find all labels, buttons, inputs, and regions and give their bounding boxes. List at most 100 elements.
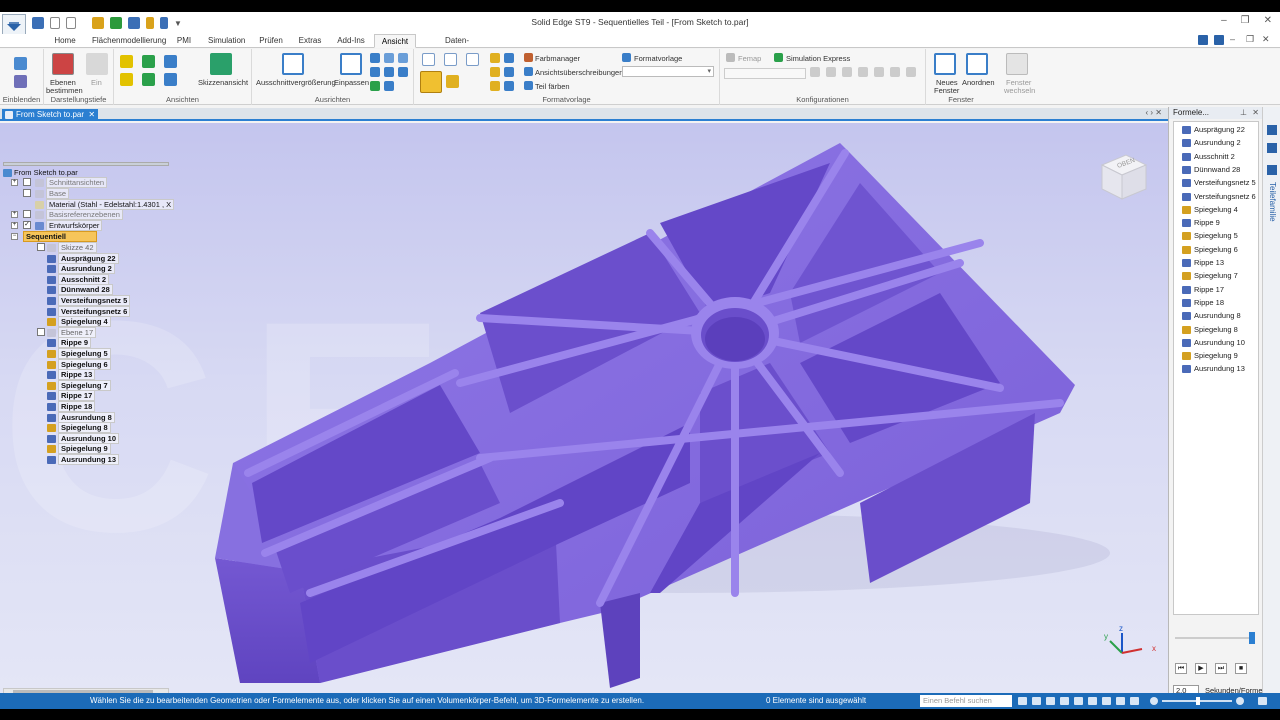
zoom-area-icon[interactable] (282, 53, 304, 75)
pan-icon[interactable] (384, 53, 394, 63)
femap-label[interactable]: Femap (738, 54, 761, 63)
ribbon-close-icon[interactable]: ✕ (1262, 35, 1272, 45)
restore-icon[interactable]: ❐ (1241, 15, 1250, 26)
ein-icon[interactable] (86, 53, 108, 75)
tree-item-spiegelung-4[interactable]: Spiegelung 4 (47, 316, 111, 328)
pathfinder-tab-icon[interactable] (1267, 125, 1277, 135)
tab-add-ins[interactable]: Add-Ins (332, 34, 370, 48)
zoom-out-icon[interactable] (1150, 697, 1158, 705)
list-item[interactable]: Rippe 13 (1182, 257, 1224, 269)
shade-icon-1[interactable] (422, 53, 435, 66)
tree-item-spiegelung-9[interactable]: Spiegelung 9 (47, 443, 111, 455)
teilefamilie-tab[interactable]: Teilefamilie (1267, 182, 1277, 222)
list-item[interactable]: Spiegelung 9 (1182, 350, 1238, 362)
view-top-icon[interactable] (142, 55, 155, 68)
list-item[interactable]: Ausrundung 2 (1182, 137, 1241, 149)
list-item[interactable]: Ausschnitt 2 (1182, 151, 1235, 163)
ebenen-icon[interactable] (52, 53, 74, 75)
neues-fenster-icon[interactable] (934, 53, 956, 75)
status-icon-5[interactable] (1074, 697, 1083, 705)
view-left-icon[interactable] (164, 73, 177, 86)
refresh-view-icon[interactable] (370, 81, 380, 91)
document-tab[interactable]: From Sketch to.par ✕ (2, 109, 99, 121)
expand-entwurfskoerper-icon[interactable]: + (11, 222, 18, 229)
status-icon-1[interactable] (1018, 697, 1027, 705)
playback-slider-thumb[interactable] (1249, 632, 1255, 644)
tab-home[interactable]: Home (48, 34, 82, 48)
tree-item-ebene-17[interactable]: Ebene 17 (47, 326, 97, 338)
zoom-slider[interactable] (1150, 697, 1250, 705)
farbmanager-label[interactable]: Farbmanager (535, 54, 580, 63)
minimize-icon[interactable]: – (1221, 15, 1227, 26)
status-icon-7[interactable] (1102, 697, 1111, 705)
style-icon-1[interactable] (490, 53, 500, 63)
tab-pruefen[interactable]: Prüfen (254, 34, 288, 48)
teil-faerben-icon[interactable] (524, 81, 533, 90)
document-close-icon[interactable]: ✕ (88, 109, 95, 121)
status-icon-3[interactable] (1046, 697, 1055, 705)
fit-icon[interactable] (340, 53, 362, 75)
configuration-dropdown[interactable] (724, 68, 806, 79)
config-icon-1[interactable] (810, 67, 820, 77)
anordnen-icon[interactable] (966, 53, 988, 75)
tree-item-skizze-42[interactable]: Skizze 42 (47, 242, 97, 253)
config-icon-3[interactable] (842, 67, 852, 77)
zoom-in-icon[interactable] (370, 67, 380, 77)
tree-item-versteifungsnetz-5[interactable]: Versteifungsnetz 5 (47, 295, 131, 306)
tree-item-rippe-9[interactable]: Rippe 9 (47, 337, 92, 349)
tree-item-ausrundung-8[interactable]: Ausrundung 8 (47, 411, 115, 423)
tree-item-ausrundung-13[interactable]: Ausrundung 13 (47, 454, 120, 465)
teil-faerben-label[interactable]: Teil färben (535, 82, 570, 91)
status-icon-8[interactable] (1116, 697, 1125, 705)
config-icon-5[interactable] (874, 67, 884, 77)
tree-item-entwurfskoerper[interactable]: Entwurfskörper (35, 220, 103, 231)
play-button[interactable]: ▶ (1195, 663, 1207, 674)
ribbon-minimize-icon[interactable]: – (1230, 35, 1240, 45)
list-item[interactable]: Rippe 17 (1182, 284, 1224, 296)
close-icon[interactable]: ✕ (1264, 15, 1272, 26)
style-icon-4[interactable] (504, 67, 514, 77)
forward-button[interactable]: ⏭ (1215, 663, 1227, 674)
einblenden-icon-1[interactable] (14, 57, 27, 70)
tree-item-rippe-13[interactable]: Rippe 13 (47, 369, 96, 381)
status-icon-2[interactable] (1032, 697, 1041, 705)
tree-item-base[interactable]: Base (35, 188, 70, 199)
simulation-express-label[interactable]: Simulation Express (786, 54, 850, 63)
tree-item-ausrundung-10[interactable]: Ausrundung 10 (47, 432, 120, 444)
shade-icon-3[interactable] (466, 53, 479, 66)
zoom-slider-thumb[interactable] (1196, 697, 1200, 705)
tree-item-duennwand-28[interactable]: Dünnwand 28 (47, 284, 113, 296)
playback-slider[interactable] (1175, 637, 1251, 639)
doc-nav-arrows[interactable]: ‹ › ✕ (1146, 108, 1162, 117)
checkbox-schnittansichten[interactable] (23, 178, 31, 186)
help-icon[interactable] (1198, 35, 1208, 45)
rotate-icon[interactable] (398, 53, 408, 63)
neues-label-2[interactable]: Fenster (934, 86, 959, 95)
list-item[interactable]: Rippe 18 (1182, 297, 1224, 309)
list-item[interactable]: Ausrundung 13 (1182, 363, 1245, 375)
status-icon-6[interactable] (1088, 697, 1097, 705)
style-icon-5[interactable] (490, 81, 500, 91)
overrides-icon[interactable] (524, 67, 533, 76)
fenster-wechseln-label-2[interactable]: wechseln (1004, 86, 1035, 95)
formatvorlage-dropdown[interactable]: ▾ (622, 66, 714, 77)
checkbox-skizze[interactable] (37, 243, 45, 251)
family-tab-icon[interactable] (1267, 165, 1277, 175)
zoom-out-icon[interactable] (384, 67, 394, 77)
style-icon-2[interactable] (504, 53, 514, 63)
info-icon[interactable] (1214, 35, 1224, 45)
tree-item-spiegelung-7[interactable]: Spiegelung 7 (47, 379, 111, 391)
list-item[interactable]: Ausprägung 22 (1182, 124, 1245, 136)
ribbon-restore-icon[interactable]: ❐ (1246, 35, 1256, 45)
spin-icon[interactable] (398, 67, 408, 77)
checkbox-ebene[interactable] (37, 327, 45, 336)
status-icon-4[interactable] (1060, 697, 1069, 705)
ansichtsueber-label[interactable]: Ansichtsüberschreibungen (535, 68, 623, 77)
checkbox-entwurfskoerper[interactable]: ✓ (23, 221, 31, 229)
view-right-icon[interactable] (164, 55, 177, 68)
view-cube[interactable]: OBEN (1098, 151, 1150, 203)
panel-pin-icon[interactable]: ⊥ (1240, 107, 1247, 119)
tree-item-versteifungsnetz-6[interactable]: Versteifungsnetz 6 (47, 305, 131, 317)
config-icon-4[interactable] (858, 67, 868, 77)
tree-item-rippe-17[interactable]: Rippe 17 (47, 390, 96, 402)
